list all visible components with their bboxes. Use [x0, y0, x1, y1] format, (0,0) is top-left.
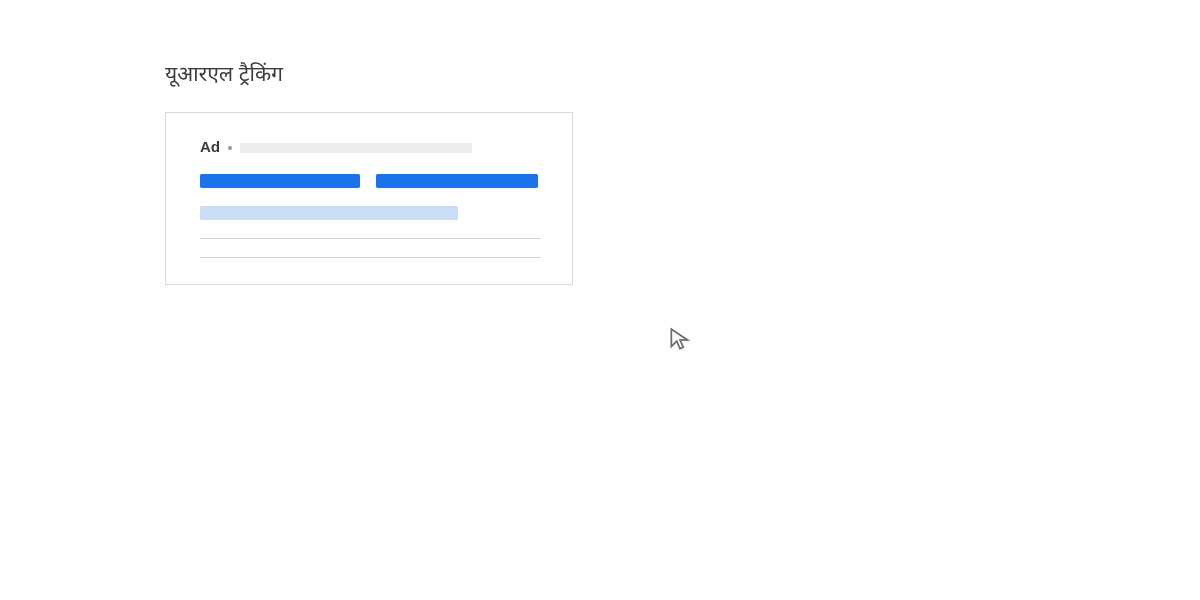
placeholder-line-1	[200, 238, 540, 239]
placeholder-line-2	[200, 257, 540, 258]
section-heading: यूआरएल ट्रैकिंग	[165, 60, 1200, 88]
placeholder-headline-2	[376, 174, 538, 188]
ad-top-row: Ad	[200, 139, 538, 156]
cursor-icon	[667, 326, 693, 354]
headline-row	[200, 174, 538, 188]
placeholder-headline-1	[200, 174, 360, 188]
content-container: यूआरएल ट्रैकिंग Ad	[0, 0, 1200, 285]
ad-preview-card: Ad	[165, 112, 573, 285]
placeholder-url-bar	[240, 143, 472, 153]
separator-dot	[228, 146, 232, 150]
placeholder-description	[200, 206, 458, 220]
ad-badge-label: Ad	[200, 139, 220, 156]
